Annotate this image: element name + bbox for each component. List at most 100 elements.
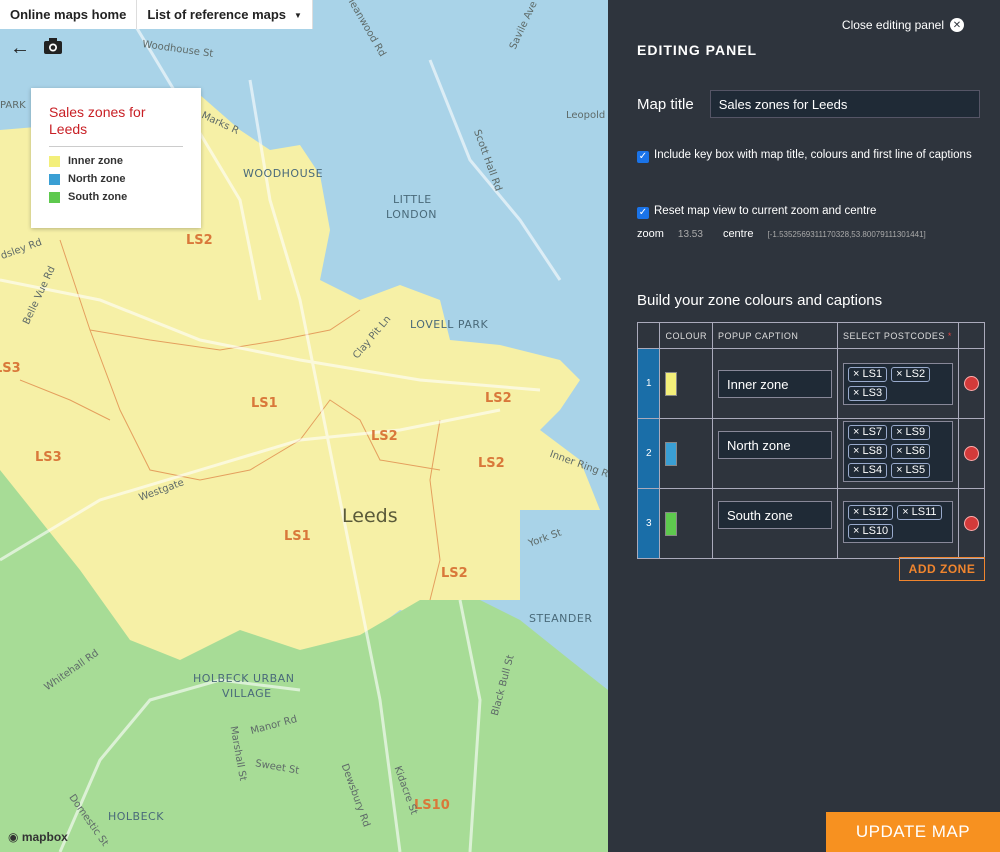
postcode-tag[interactable]: × LS6 [891,444,931,459]
street-label: Leopold S [566,110,608,121]
zone-number: 3 [636,488,661,559]
zones-table: COLOUR POPUP CAPTION SELECT POSTCODES * … [636,322,985,559]
reference-maps-label: List of reference maps [147,7,287,22]
update-map-button[interactable]: UPDATE MAP [826,812,1000,852]
delete-zone-button[interactable] [964,376,979,391]
zone-caption-input[interactable]: Inner zone [718,369,832,398]
zone-colour-cell [659,348,713,419]
postcode-tag[interactable]: × LS5 [891,463,931,478]
map-tools: ← [10,38,62,58]
mapbox-icon: ◉ [8,830,19,844]
postcode-label: LS1 [251,396,278,411]
required-mark: * [947,330,952,341]
delete-zone-button[interactable] [964,446,979,461]
postcode-tag[interactable]: × LS12 [848,504,894,520]
map-view[interactable]: WOODHOUSE LITTLE LONDON LOVELL PARK STEA… [0,0,608,852]
zone-caption-cell: Inner zone [712,348,838,419]
num-column-header [636,322,661,349]
postcode-select[interactable]: × LS12 × LS11 × LS10 [843,500,953,543]
zoom-centre-row: zoom 13.53 centre [-1.5352569311170328,5… [637,228,926,240]
zone-delete-cell [958,418,985,489]
panel-title: EDITING PANEL [637,42,758,58]
postcode-label: LS3 [35,450,62,465]
postcode-label: LS2 [371,429,398,444]
online-maps-home-link[interactable]: Online maps home [0,0,138,29]
postcode-label: LS2 [186,233,213,248]
map-title-label: Map title [637,95,694,113]
zone-postcodes-cell: × LS1 × LS2 × LS3 [837,348,959,419]
close-editing-panel-button[interactable]: Close editing panel ✕ [842,18,964,32]
mapbox-logo[interactable]: ◉ mapbox [8,830,68,844]
area-label-lovell-park: LOVELL PARK [410,318,489,331]
area-label-london: LONDON [386,208,437,221]
postcode-tag[interactable]: × LS9 [891,425,931,440]
map-title-row: Map title [637,90,980,118]
key-item: Inner zone [49,155,183,167]
street-label: PARK [0,100,26,111]
colour-column-header: COLOUR [659,322,713,349]
key-item-label: South zone [68,191,128,203]
key-swatch [49,191,60,203]
zone-caption-input[interactable]: South zone [718,500,832,529]
zone-caption-cell: North zone [712,418,838,489]
zoom-label: zoom [637,228,664,240]
postcode-tag[interactable]: × LS11 [897,504,942,520]
postcode-label: LS10 [414,798,450,813]
zone-number: 1 [636,348,661,419]
postcode-select[interactable]: × LS7 × LS9 × LS8 × LS6 × LS4 × LS5 [843,421,953,482]
delete-zone-button[interactable] [964,516,979,531]
zone-delete-cell [958,348,985,419]
reset-view-checkbox[interactable]: ✓ [637,207,649,219]
map-key-box: Sales zones for Leeds Inner zone North z… [31,88,201,228]
caret-down-icon: ▼ [294,11,302,21]
postcode-label: LS2 [441,566,468,581]
caption-column-header: POPUP CAPTION [712,322,838,349]
zone-colour-picker[interactable] [665,441,678,466]
close-icon: ✕ [950,18,964,32]
reference-maps-dropdown[interactable]: List of reference maps ▼ [137,0,313,29]
add-zone-button[interactable]: ADD ZONE [899,557,985,581]
zone-colour-picker[interactable] [665,511,678,536]
postcode-tag[interactable]: × LS2 [891,366,931,382]
zone-colour-cell [659,418,713,489]
zone-caption-input[interactable]: North zone [718,430,832,459]
zone-row: 3 South zone × LS12 × LS11 × LS10 [636,488,985,559]
zone-delete-cell [958,488,985,559]
delete-column-header [958,322,985,349]
arrow-left-icon[interactable]: ← [10,38,30,58]
centre-label: centre [722,228,754,240]
editing-panel: Close editing panel ✕ EDITING PANEL Map … [608,0,1000,852]
zone-colour-picker[interactable] [665,371,678,396]
area-label-holbeck-urban: HOLBECK URBAN [193,672,295,685]
zone-postcodes-cell: × LS12 × LS11 × LS10 [837,488,959,559]
map-title-input[interactable] [709,90,980,118]
zoom-value: 13.53 [677,228,703,240]
camera-icon[interactable] [44,38,62,58]
postcodes-column-label: SELECT POSTCODES [843,330,945,341]
postcodes-column-header: SELECT POSTCODES * [837,322,959,349]
key-swatch [49,155,60,167]
reset-view-checkbox-row[interactable]: ✓ Reset map view to current zoom and cent… [637,200,977,223]
postcode-label: LS3 [0,361,21,376]
area-label-steander: STEANDER [529,612,593,625]
postcode-tag[interactable]: × LS3 [848,385,888,401]
top-nav: Online maps home List of reference maps ▼ [0,0,313,29]
area-label-little: LITTLE [393,193,432,206]
postcode-tag[interactable]: × LS1 [848,366,888,382]
postcode-tag[interactable]: × LS8 [848,444,888,459]
key-item: South zone [49,191,183,203]
postcode-tag[interactable]: × LS10 [848,523,894,539]
postcode-label: LS2 [478,456,505,471]
postcode-tag[interactable]: × LS4 [848,463,888,478]
key-item-label: North zone [68,173,126,185]
zone-colour-cell [659,488,713,559]
key-item-label: Inner zone [68,155,124,167]
postcode-tag[interactable]: × LS7 [848,425,888,440]
postcode-select[interactable]: × LS1 × LS2 × LS3 [843,362,953,405]
area-label-village: VILLAGE [222,687,272,700]
include-key-checkbox[interactable]: ✓ [637,151,649,163]
zone-row: 2 North zone × LS7 × LS9 × LS8 × LS6 × L… [636,418,985,489]
mapbox-attribution: mapbox [21,830,68,844]
zone-number: 2 [636,418,661,489]
include-key-checkbox-row[interactable]: ✓ Include key box with map title, colours… [637,144,977,167]
